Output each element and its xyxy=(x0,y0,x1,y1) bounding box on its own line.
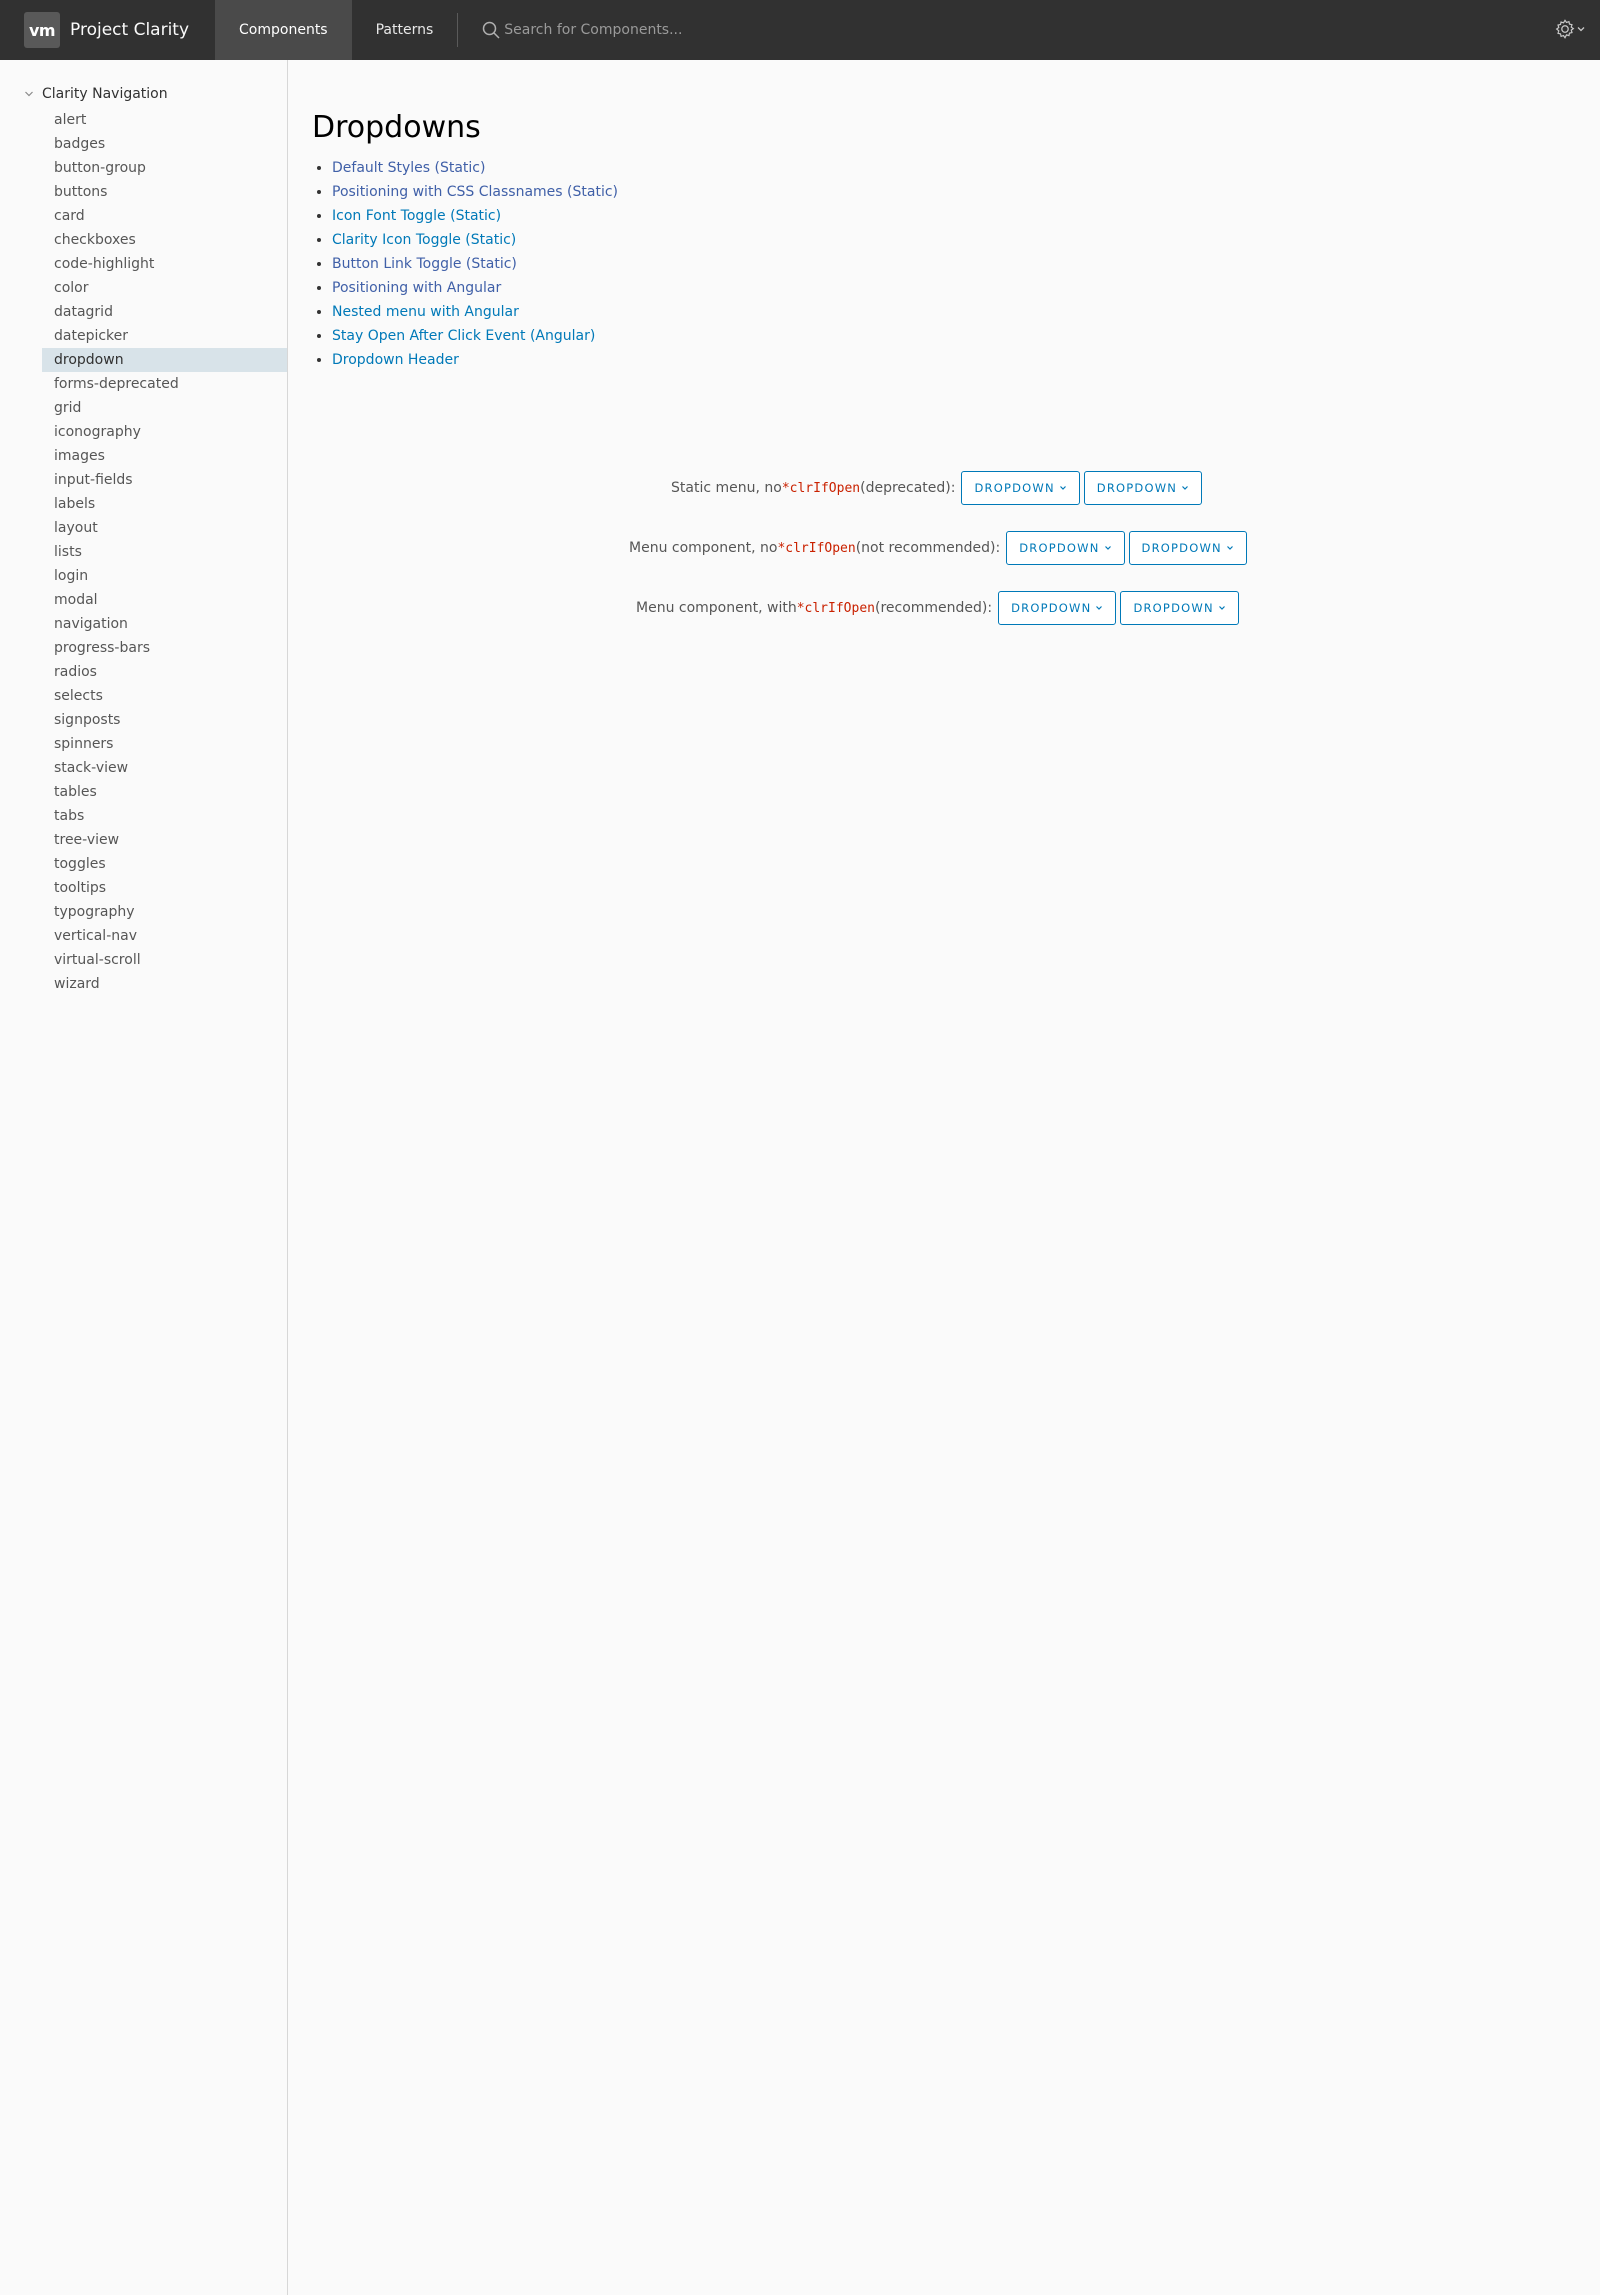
demo-row-menu-no-clrifopen: Menu component, no *clrIfOpen (not recom… xyxy=(629,531,1247,565)
dropdown-toggle-button[interactable]: DROPDOWN xyxy=(998,591,1117,625)
sidebar-item-tooltips[interactable]: tooltips xyxy=(42,876,287,900)
sidebar-item-grid[interactable]: grid xyxy=(42,396,287,420)
section-link[interactable]: Icon Font Toggle (Static) xyxy=(332,208,501,224)
sidebar-item-progress-bars[interactable]: progress-bars xyxy=(42,636,287,660)
gear-icon xyxy=(1555,19,1575,39)
section-link[interactable]: Nested menu with Angular xyxy=(332,304,519,320)
section-link[interactable]: Button Link Toggle (Static) xyxy=(332,256,517,272)
sidebar-item-login[interactable]: login xyxy=(42,564,287,588)
brand-title[interactable]: Project Clarity xyxy=(70,20,189,40)
chevron-down-icon xyxy=(1577,27,1585,32)
row-label-code: *clrIfOpen xyxy=(781,480,861,496)
tab-patterns[interactable]: Patterns xyxy=(352,0,458,60)
sidebar-item-datepicker[interactable]: datepicker xyxy=(42,324,287,348)
sidebar-item-alert[interactable]: alert xyxy=(42,108,287,132)
section-link-item: Nested menu with Angular xyxy=(332,300,932,324)
sidebar-item-labels[interactable]: labels xyxy=(42,492,287,516)
sidebar-item-tabs[interactable]: tabs xyxy=(42,804,287,828)
sidebar-item-card[interactable]: card xyxy=(42,204,287,228)
row-label-suffix: (not recommended): xyxy=(855,540,1001,556)
settings-menu[interactable] xyxy=(1554,18,1586,40)
sidebar-item-button-group[interactable]: button-group xyxy=(42,156,287,180)
row-label-prefix: Static menu, no xyxy=(671,480,782,496)
section-link-item: Positioning with Angular xyxy=(332,276,932,300)
sidebar-item-iconography[interactable]: iconography xyxy=(42,420,287,444)
section-link-item: Positioning with CSS Classnames (Static) xyxy=(332,180,932,204)
dropdown-toggle-button[interactable]: DROPDOWN xyxy=(961,471,1080,505)
section-link-item: Icon Font Toggle (Static) xyxy=(332,204,932,228)
chevron-down-icon xyxy=(1226,546,1233,550)
sidebar-item-typography[interactable]: typography xyxy=(42,900,287,924)
sidebar-item-toggles[interactable]: toggles xyxy=(42,852,287,876)
sidebar-item-color[interactable]: color xyxy=(42,276,287,300)
page-title: Dropdowns xyxy=(312,110,481,145)
chevron-down-icon xyxy=(1218,606,1225,610)
sidebar-item-navigation[interactable]: navigation xyxy=(42,612,287,636)
sidebar-item-layout[interactable]: layout xyxy=(42,516,287,540)
row-label-prefix: Menu component, with xyxy=(636,600,797,616)
header-divider xyxy=(457,13,459,47)
chevron-down-icon xyxy=(1096,606,1103,610)
sidebar-item-buttons[interactable]: buttons xyxy=(42,180,287,204)
row-label-suffix: (recommended): xyxy=(874,600,993,616)
chevron-down-icon xyxy=(1059,486,1066,490)
dropdown-toggle-button[interactable]: DROPDOWN xyxy=(1120,591,1239,625)
section-link-item: Default Styles (Static) xyxy=(332,156,932,180)
search-icon xyxy=(483,21,500,39)
chevron-down-icon xyxy=(1182,486,1189,490)
sidebar-item-checkboxes[interactable]: checkboxes xyxy=(42,228,287,252)
vm-logo[interactable]: vm xyxy=(24,12,60,48)
sidebar-item-badges[interactable]: badges xyxy=(42,132,287,156)
sidebar-item-tree-view[interactable]: tree-view xyxy=(42,828,287,852)
section-link[interactable]: Positioning with Angular xyxy=(332,280,501,296)
search-input[interactable] xyxy=(502,21,767,39)
nav-list: alert badges button-group buttons card checkb… xyxy=(42,108,287,996)
sidebar-item-code-highlight[interactable]: code-highlight xyxy=(42,252,287,276)
nav-tree-title[interactable]: Clarity Navigation xyxy=(24,86,168,102)
sidebar-item-spinners[interactable]: spinners xyxy=(42,732,287,756)
sidebar-item-signposts[interactable]: signposts xyxy=(42,708,287,732)
row-label-prefix: Menu component, no xyxy=(629,540,778,556)
sidebar-item-forms-deprecated[interactable]: forms-deprecated xyxy=(42,372,287,396)
section-link[interactable]: Clarity Icon Toggle (Static) xyxy=(332,232,516,248)
sidebar-item-datagrid[interactable]: datagrid xyxy=(42,300,287,324)
dropdown-toggle-button[interactable]: DROPDOWN xyxy=(1128,531,1247,565)
section-link[interactable]: Dropdown Header xyxy=(332,352,459,368)
sidebar-item-radios[interactable]: radios xyxy=(42,660,287,684)
row-label-suffix: (deprecated): xyxy=(860,480,956,496)
tab-components[interactable]: Components xyxy=(215,0,352,60)
section-link-item: Clarity Icon Toggle (Static) xyxy=(332,228,932,252)
section-links: Default Styles (Static) Positioning with … xyxy=(312,156,932,372)
sidebar-item-vertical-nav[interactable]: vertical-nav xyxy=(42,924,287,948)
sidebar-item-dropdown[interactable]: dropdown xyxy=(42,348,287,372)
section-link-item: Button Link Toggle (Static) xyxy=(332,252,932,276)
demo-row-static: Static menu, no *clrIfOpen (deprecated):… xyxy=(671,471,1203,505)
sidebar-item-virtual-scroll[interactable]: virtual-scroll xyxy=(42,948,287,972)
dropdown-toggle-button[interactable]: DROPDOWN xyxy=(1083,471,1203,505)
chevron-down-icon[interactable] xyxy=(24,89,34,99)
section-link-item: Stay Open After Click Event (Angular) xyxy=(332,324,932,348)
chevron-down-icon xyxy=(1104,546,1111,550)
sidebar-item-selects[interactable]: selects xyxy=(42,684,287,708)
sidebar-item-modal[interactable]: modal xyxy=(42,588,287,612)
sidebar-item-lists[interactable]: lists xyxy=(42,540,287,564)
sidebar-item-input-fields[interactable]: input-fields xyxy=(42,468,287,492)
section-link[interactable]: Default Styles (Static) xyxy=(332,160,485,176)
dropdown-toggle-button[interactable]: DROPDOWN xyxy=(1006,531,1125,565)
sidebar-item-stack-view[interactable]: stack-view xyxy=(42,756,287,780)
app-header: vm Project Clarity Components Patterns xyxy=(0,0,1600,60)
sidebar-item-images[interactable]: images xyxy=(42,444,287,468)
row-label-code: *clrIfOpen xyxy=(796,600,875,616)
search-box[interactable] xyxy=(482,21,767,39)
sidebar-item-tables[interactable]: tables xyxy=(42,780,287,804)
sidebar: Clarity Navigation alert badges button-gro… xyxy=(0,60,288,2295)
section-link-item: Dropdown Header xyxy=(332,348,932,372)
section-link[interactable]: Positioning with CSS Classnames (Static) xyxy=(332,184,618,200)
sidebar-item-wizard[interactable]: wizard xyxy=(42,972,287,996)
demo-row-menu-with-clrifopen: Menu component, with *clrIfOpen (recomme… xyxy=(636,591,1239,625)
nav-title-label: Clarity Navigation xyxy=(42,86,168,102)
section-link[interactable]: Stay Open After Click Event (Angular) xyxy=(332,328,595,344)
row-label-code: *clrIfOpen xyxy=(777,540,856,556)
